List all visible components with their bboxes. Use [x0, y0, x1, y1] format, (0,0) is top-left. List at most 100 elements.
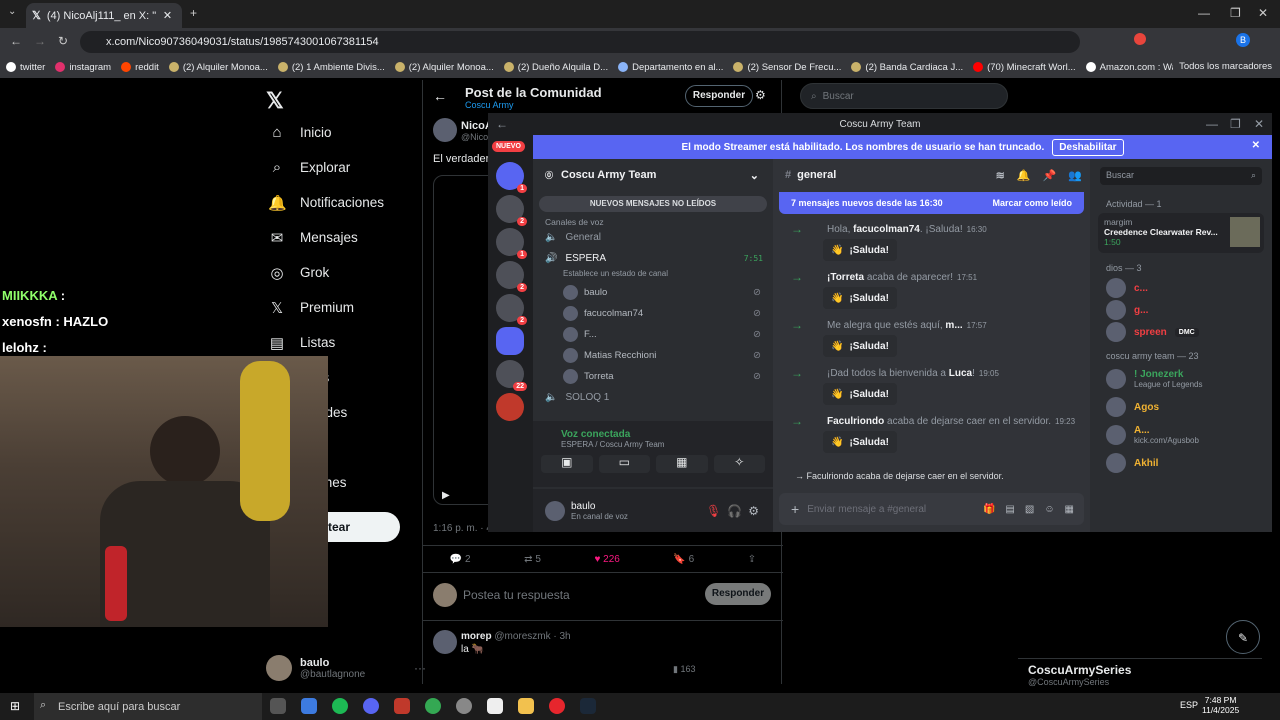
maximize-icon[interactable]: ❐	[1230, 6, 1241, 20]
bookmark-item[interactable]: Departamento en al...	[618, 62, 723, 73]
app-icon[interactable]	[394, 698, 410, 714]
close-icon[interactable]: ✕	[1254, 117, 1264, 131]
bookmark-item[interactable]: reddit	[121, 62, 159, 73]
bell-icon[interactable]: 🔔	[1017, 169, 1031, 182]
server-icon[interactable]: 2	[496, 195, 527, 226]
channel-status[interactable]: Establece un estado de canal	[533, 269, 773, 278]
server-icon[interactable]: 2	[496, 294, 527, 325]
server-icon[interactable]: 1	[496, 228, 527, 259]
headphones-icon[interactable]: 🎧	[727, 504, 742, 518]
back-arrow-icon[interactable]: ←	[433, 88, 447, 104]
username[interactable]: ¡Torreta	[827, 272, 864, 283]
reply-submit-button[interactable]: Responder	[705, 583, 771, 605]
account-switcher[interactable]: baulo @bautlagnone ···	[266, 654, 426, 682]
voice-user[interactable]: F... ⊘	[533, 324, 773, 345]
member-list-icon[interactable]: 👥	[1068, 169, 1082, 182]
tab-close-icon[interactable]: ✕	[163, 9, 172, 22]
message-input[interactable]: + Enviar mensaje a #general 🎁 ▤ ▧ ☺ ▦	[779, 493, 1084, 525]
copilot-icon[interactable]	[301, 698, 317, 714]
share-icon[interactable]: ⇪	[748, 554, 756, 565]
emoji-icon[interactable]: ☺	[1044, 504, 1054, 515]
reload-icon[interactable]: ↻	[58, 34, 68, 48]
activity-card[interactable]: margim Creedence Clearwater Rev... 1:50	[1098, 213, 1264, 253]
discord-icon[interactable]	[363, 698, 379, 714]
channel-soloq[interactable]: 🔈 SOLOQ 1	[533, 387, 773, 408]
spotify-icon[interactable]	[332, 698, 348, 714]
minimize-icon[interactable]: —	[1206, 117, 1218, 131]
x-logo-icon[interactable]: 𝕏	[266, 88, 284, 114]
forward-icon[interactable]: →	[34, 34, 46, 48]
nav-item[interactable]: 𝕏 Premium	[262, 290, 422, 325]
camera-off-icon[interactable]: ▣	[541, 455, 593, 473]
voice-category[interactable]: Canales de voz	[533, 217, 773, 227]
reply-preview[interactable]: → Faculriondo acaba de dejarse caer en e…	[795, 471, 1004, 481]
user-settings-icon[interactable]: ⚙	[748, 504, 759, 518]
profile-avatar[interactable]: B	[1236, 33, 1250, 47]
screen-share-icon[interactable]: ▭	[598, 455, 650, 473]
channel-general-voice[interactable]: 🔈 General	[533, 227, 773, 248]
member-item[interactable]: g...	[1090, 299, 1272, 321]
discord-search-input[interactable]: Buscar ⌕	[1100, 167, 1262, 185]
reply-input[interactable]: Postea tu respuesta	[463, 588, 570, 602]
compose-icon[interactable]: ✎	[1226, 620, 1260, 654]
opera-icon[interactable]	[549, 698, 565, 714]
plus-icon[interactable]: +	[791, 501, 799, 517]
wave-button[interactable]: 👋 ¡Saluda!	[823, 431, 897, 453]
member-item[interactable]: ! Jonezerk League of Legends	[1090, 365, 1272, 393]
all-bookmarks[interactable]: Todos los marcadores	[1173, 61, 1272, 72]
bookmark-item[interactable]: (2) Alquiler Monoa...	[168, 62, 268, 73]
back-icon[interactable]: ←	[10, 34, 22, 48]
wave-button[interactable]: 👋 ¡Saluda!	[823, 287, 897, 309]
voice-user[interactable]: baulo ⊘	[533, 282, 773, 303]
mark-read-button[interactable]: Marcar como leído	[992, 198, 1072, 208]
bookmark-item[interactable]: (2) Sensor De Frecu...	[733, 62, 841, 73]
member-item[interactable]: Agos	[1090, 393, 1272, 421]
maximize-icon[interactable]: ❐	[1230, 117, 1241, 131]
activities-icon[interactable]: ▦	[656, 455, 708, 473]
avatar[interactable]	[545, 500, 565, 521]
gif-icon[interactable]: ▤	[1005, 504, 1014, 515]
reply-author[interactable]: morep	[461, 631, 492, 642]
bookmark-item[interactable]: (2) Dueño Alquila D...	[503, 62, 608, 73]
like-stat[interactable]: ♥ 226	[594, 554, 619, 565]
nav-item[interactable]: ▤ Listas	[262, 325, 422, 360]
extension-icon[interactable]	[1134, 33, 1146, 45]
steam-icon[interactable]	[580, 698, 596, 714]
server-icon[interactable]	[496, 393, 524, 421]
community-card[interactable]: CoscuArmySeries @CoscuArmySeries	[1018, 658, 1262, 692]
bookmark-item[interactable]: (2) 1 Ambiente Divis...	[277, 62, 385, 73]
discord-home-icon[interactable]: 1	[496, 162, 527, 193]
threads-icon[interactable]: ≋	[996, 169, 1005, 182]
mic-muted-icon[interactable]: 🎙	[706, 504, 721, 518]
disable-streamer-button[interactable]: Deshabilitar	[1052, 138, 1124, 156]
post-button[interactable]: tear	[320, 512, 400, 542]
bookmark-item[interactable]: instagram	[55, 62, 111, 73]
wave-button[interactable]: 👋 ¡Saluda!	[823, 335, 897, 357]
settings-icon[interactable]: ⚙	[755, 88, 766, 102]
nav-item[interactable]: ⌂ Inicio	[262, 115, 422, 150]
gift-icon[interactable]: 🎁	[983, 504, 995, 515]
sticker-icon[interactable]: ▧	[1025, 504, 1034, 515]
member-item[interactable]: spreen DMC	[1090, 321, 1272, 343]
play-icon[interactable]: ▶	[442, 490, 450, 501]
obs-icon[interactable]	[456, 698, 472, 714]
x-search-input[interactable]: ⌕ Buscar	[800, 83, 1008, 109]
bookmark-item[interactable]: (2) Alquiler Monoa...	[394, 62, 494, 73]
username[interactable]: facucolman74	[853, 224, 920, 235]
task-view-icon[interactable]	[270, 698, 286, 714]
header-reply-button[interactable]: Responder	[685, 85, 753, 107]
bookmark-item[interactable]: twitter	[6, 62, 45, 73]
coscu-server-icon[interactable]	[496, 327, 524, 355]
nav-item[interactable]: ✉ Mensajes	[262, 220, 422, 255]
file-explorer-icon[interactable]	[518, 698, 534, 714]
member-item[interactable]: A... kick.com/Agusbob	[1090, 421, 1272, 449]
windows-start-icon[interactable]: ⊞	[10, 699, 20, 713]
unread-pill[interactable]: NUEVOS MENSAJES NO LEÍDOS	[539, 196, 767, 212]
new-messages-bar[interactable]: 7 mensajes nuevos desde las 16:30 Marcar …	[779, 192, 1084, 214]
discord-back-icon[interactable]: ←	[496, 117, 508, 131]
server-icon[interactable]: 22	[496, 360, 527, 391]
soundboard-icon[interactable]: ✧	[713, 455, 765, 473]
nav-item[interactable]: ◎ Grok	[262, 255, 422, 290]
bookmark-stat[interactable]: 🔖 6	[673, 554, 694, 565]
username[interactable]: Faculriondo	[827, 416, 884, 427]
